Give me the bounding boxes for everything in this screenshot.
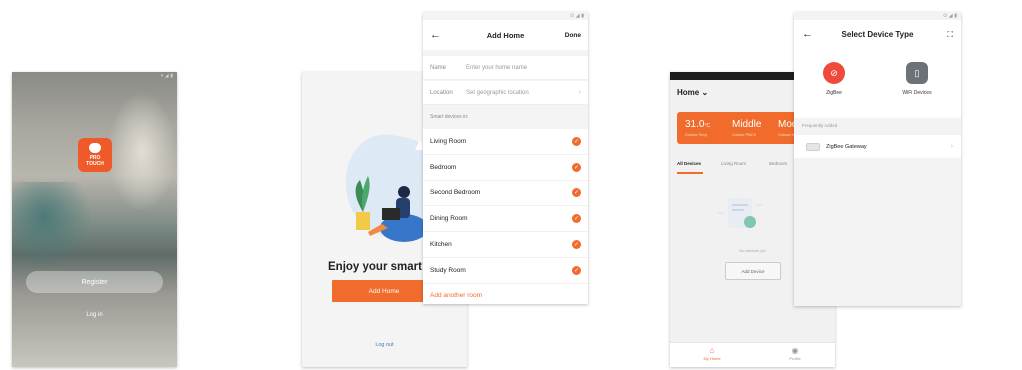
home-name-field[interactable]: Name Enter your home name bbox=[423, 56, 588, 80]
room-item[interactable]: Kitchen ✓ bbox=[423, 232, 588, 258]
scan-icon[interactable]: ⛶ bbox=[947, 30, 953, 40]
tab-bedroom[interactable]: Bedroom bbox=[769, 161, 787, 166]
home-icon: ⌂ bbox=[709, 346, 715, 355]
check-icon[interactable]: ✓ bbox=[572, 240, 581, 250]
room-item[interactable]: Dining Room ✓ bbox=[423, 206, 588, 233]
tab-living-room[interactable]: Living Room bbox=[721, 161, 746, 166]
wifi-device-icon: ▯ bbox=[906, 62, 928, 84]
check-icon[interactable]: ✓ bbox=[572, 188, 581, 198]
profile-icon: ◉ bbox=[791, 346, 799, 355]
tab-all-devices[interactable]: All Devices bbox=[677, 161, 701, 166]
status-bar: ▾ ◢ ▮ bbox=[160, 73, 173, 79]
location-placeholder: Set geographic location bbox=[466, 89, 529, 96]
check-icon[interactable]: ✓ bbox=[572, 265, 581, 275]
gateway-icon bbox=[806, 142, 820, 151]
room-item[interactable]: Bedroom ✓ bbox=[423, 155, 588, 181]
check-icon[interactable]: ✓ bbox=[572, 136, 581, 146]
add-home-button[interactable]: Add Home bbox=[332, 280, 436, 302]
location-field[interactable]: Location Set geographic location › bbox=[423, 81, 588, 105]
add-room-link[interactable]: Add another room bbox=[423, 283, 588, 304]
heart-icon bbox=[89, 143, 101, 153]
home-selector[interactable]: Home ⌄ bbox=[677, 88, 708, 97]
zigbee-icon: ⊘ bbox=[823, 62, 845, 84]
done-button[interactable]: Done bbox=[565, 32, 581, 39]
status-bar: ⊙ ◢ ▮ bbox=[794, 12, 961, 20]
login-screen: ▾ ◢ ▮ PRO TOUCH Register Log in bbox=[12, 72, 177, 367]
add-home-screen: ⊙ ◢ ▮ ← Add Home Done Name Enter your ho… bbox=[423, 12, 588, 304]
nav-bar: ← Add Home Done bbox=[423, 20, 588, 50]
login-link[interactable]: Log in bbox=[12, 312, 177, 318]
logout-link[interactable]: Log out bbox=[302, 342, 467, 348]
section-label: Smart devices in: bbox=[430, 114, 469, 120]
room-list: Living Room ✓ Bedroom ✓ Second Bedroom ✓ Di… bbox=[423, 129, 588, 304]
check-icon[interactable]: ✓ bbox=[572, 162, 581, 172]
room-item[interactable]: Study Room ✓ bbox=[423, 258, 588, 284]
status-bar: ⊙ ◢ ▮ bbox=[423, 12, 588, 20]
room-item[interactable]: Second Bedroom ✓ bbox=[423, 181, 588, 207]
chevron-down-icon: ⌄ bbox=[701, 88, 709, 97]
chevron-right-icon: › bbox=[578, 89, 581, 96]
tab-profile[interactable]: ◉ Profile bbox=[775, 346, 815, 361]
section-label: Frequently Added bbox=[802, 123, 838, 128]
category-wifi-devices[interactable]: ▯ WiFi Devices bbox=[887, 62, 947, 96]
tab-my-home[interactable]: ⌂ My Home bbox=[692, 346, 732, 361]
page-title: Select Device Type bbox=[841, 30, 914, 39]
select-device-screen: ⊙ ◢ ▮ ← Select Device Type ⛶ ⊘ ZigBee ▯ … bbox=[794, 12, 961, 306]
chevron-right-icon: › bbox=[950, 143, 953, 150]
list-item[interactable]: ZigBee Gateway › bbox=[794, 135, 961, 158]
add-device-button[interactable]: Add Device bbox=[725, 262, 781, 280]
app-logo: PRO TOUCH bbox=[78, 138, 112, 172]
category-zigbee[interactable]: ⊘ ZigBee bbox=[804, 62, 864, 96]
welcome-title: Enjoy your smart l bbox=[328, 261, 429, 273]
nav-bar: ← Select Device Type ⛶ bbox=[794, 20, 961, 50]
page-title: Add Home bbox=[486, 30, 525, 40]
home-name-placeholder: Enter your home name bbox=[466, 64, 528, 71]
tab-indicator bbox=[677, 172, 703, 174]
check-icon[interactable]: ✓ bbox=[572, 214, 581, 224]
empty-devices-icon bbox=[718, 198, 762, 228]
room-item[interactable]: Living Room ✓ bbox=[423, 129, 588, 155]
register-button[interactable]: Register bbox=[26, 271, 163, 293]
bottom-tab-bar: ⌂ My Home ◉ Profile bbox=[670, 342, 835, 367]
